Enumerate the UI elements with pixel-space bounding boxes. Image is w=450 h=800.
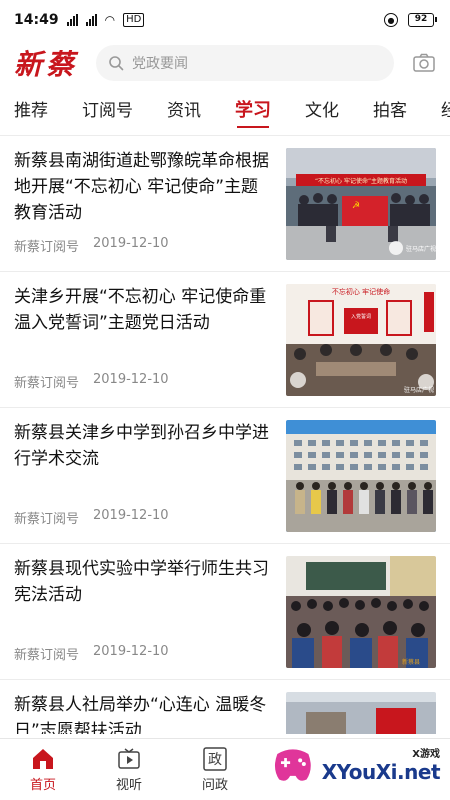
tab-study[interactable]: 学习 (235, 86, 271, 135)
photo-watermark: 驻马店广视 (406, 245, 436, 253)
news-source: 新蔡订阅号 (14, 512, 80, 527)
search-icon (109, 56, 124, 71)
news-source: 新蔡订阅号 (14, 240, 80, 255)
svg-text:☭: ☭ (352, 201, 360, 211)
news-meta: 新蔡订阅号 2019-12-10 (14, 644, 272, 663)
site-watermark: X游戏 XYouXi.net (270, 734, 441, 794)
nav-home-label: 首页 (29, 778, 56, 793)
camera-icon[interactable] (412, 51, 436, 75)
search-placeholder: 党政要闻 (132, 56, 189, 72)
news-thumbnail: “不忘初心 牢记使命”主题教育活动 ☭ 驻马店广视 (286, 148, 436, 260)
news-item[interactable]: 新蔡县现代实验中学举行师生共习宪法活动 新蔡订阅号 2019-12-10 新蔡县 (0, 544, 450, 680)
nav-wenzheng-label: 问政 (201, 778, 228, 793)
watermark-main: XYouXi.net (321, 759, 441, 784)
news-title: 新蔡县南湖街道赴鄂豫皖革命根据地开展“不忘初心 牢记使命”主题教育活动 (14, 151, 269, 223)
svg-text:政: 政 (208, 752, 222, 768)
news-title: 新蔡县人社局举办“心连心 温暖冬日”志愿帮扶活动 (14, 695, 267, 734)
nav-video[interactable]: 视听 (86, 739, 172, 800)
nav-video-label: 视听 (115, 778, 142, 793)
news-item[interactable]: 新蔡县南湖街道赴鄂豫皖革命根据地开展“不忘初心 牢记使命”主题教育活动 新蔡订阅… (0, 136, 450, 272)
signal-icon-2 (85, 14, 97, 26)
news-source: 新蔡订阅号 (14, 376, 80, 391)
nav-wenzheng[interactable]: 政 问政 (172, 739, 258, 800)
news-meta: 新蔡订阅号 2019-12-10 (14, 236, 272, 255)
news-date: 2019-12-10 (93, 236, 169, 251)
news-title: 新蔡县现代实验中学举行师生共习宪法活动 (14, 559, 269, 605)
photo-banner-text: “不忘初心 牢记使命”主题教育活动 (315, 177, 407, 185)
battery-icon: 92 (408, 13, 437, 27)
app-header: 新蔡 党政要闻 (0, 40, 450, 86)
news-meta: 新蔡订阅号 2019-12-10 (14, 508, 272, 527)
category-tabs: 推荐 订阅号 资讯 学习 文化 拍客 经济 (0, 86, 450, 136)
photo-watermark: 驻马店广视 (404, 386, 434, 394)
rotation-lock-icon: ● (384, 13, 398, 27)
news-source: 新蔡订阅号 (14, 648, 80, 663)
photo-tag-text: 入党誓词 (351, 313, 371, 320)
watermark-sub: X游戏 (412, 748, 440, 760)
app-logo: 新蔡 (14, 48, 79, 81)
tab-news[interactable]: 资讯 (167, 86, 201, 135)
wenzheng-icon: 政 (203, 747, 227, 771)
news-thumbnail: 新蔡县 (286, 556, 436, 668)
status-time: 14:49 (14, 12, 59, 28)
status-bar: 14:49 ◠ HD ● 92 (0, 0, 450, 40)
news-thumbnail: 不忘初心 牢记使命 入党誓词 驻马店广视 (286, 284, 436, 396)
tab-economy[interactable]: 经济 (441, 86, 450, 135)
nav-home[interactable]: 首页 (0, 739, 86, 800)
tab-recommend[interactable]: 推荐 (14, 86, 48, 135)
tv-icon (118, 748, 140, 769)
tab-paike[interactable]: 拍客 (373, 86, 407, 135)
news-item[interactable]: 关津乡开展“不忘初心 牢记使命重温入党誓词”主题党日活动 新蔡订阅号 2019-… (0, 272, 450, 408)
news-thumbnail (286, 420, 436, 532)
news-title: 关津乡开展“不忘初心 牢记使命重温入党誓词”主题党日活动 (14, 287, 267, 333)
news-date: 2019-12-10 (93, 508, 169, 523)
news-date: 2019-12-10 (93, 644, 169, 659)
news-meta: 新蔡订阅号 2019-12-10 (14, 372, 272, 391)
news-thumbnail (286, 692, 436, 734)
wifi-icon: ◠ (104, 13, 116, 27)
photo-watermark: 新蔡县 (402, 658, 420, 666)
search-input[interactable]: 党政要闻 (96, 45, 394, 81)
news-item[interactable]: 新蔡县人社局举办“心连心 温暖冬日”志愿帮扶活动 (0, 680, 450, 734)
tab-culture[interactable]: 文化 (305, 86, 339, 135)
news-item[interactable]: 新蔡县关津乡中学到孙召乡中学进行学术交流 新蔡订阅号 2019-12-10 (0, 408, 450, 544)
home-icon (33, 749, 53, 769)
news-date: 2019-12-10 (93, 372, 169, 387)
signal-icon (66, 14, 78, 26)
news-title: 新蔡县关津乡中学到孙召乡中学进行学术交流 (14, 423, 269, 469)
gamepad-logo-icon (274, 749, 311, 781)
tab-subscription[interactable]: 订阅号 (82, 86, 133, 135)
news-feed[interactable]: 新蔡县南湖街道赴鄂豫皖革命根据地开展“不忘初心 牢记使命”主题教育活动 新蔡订阅… (0, 136, 450, 734)
network-hd-icon: HD (123, 13, 145, 27)
photo-slogan-text: 不忘初心 牢记使命 (332, 287, 390, 296)
